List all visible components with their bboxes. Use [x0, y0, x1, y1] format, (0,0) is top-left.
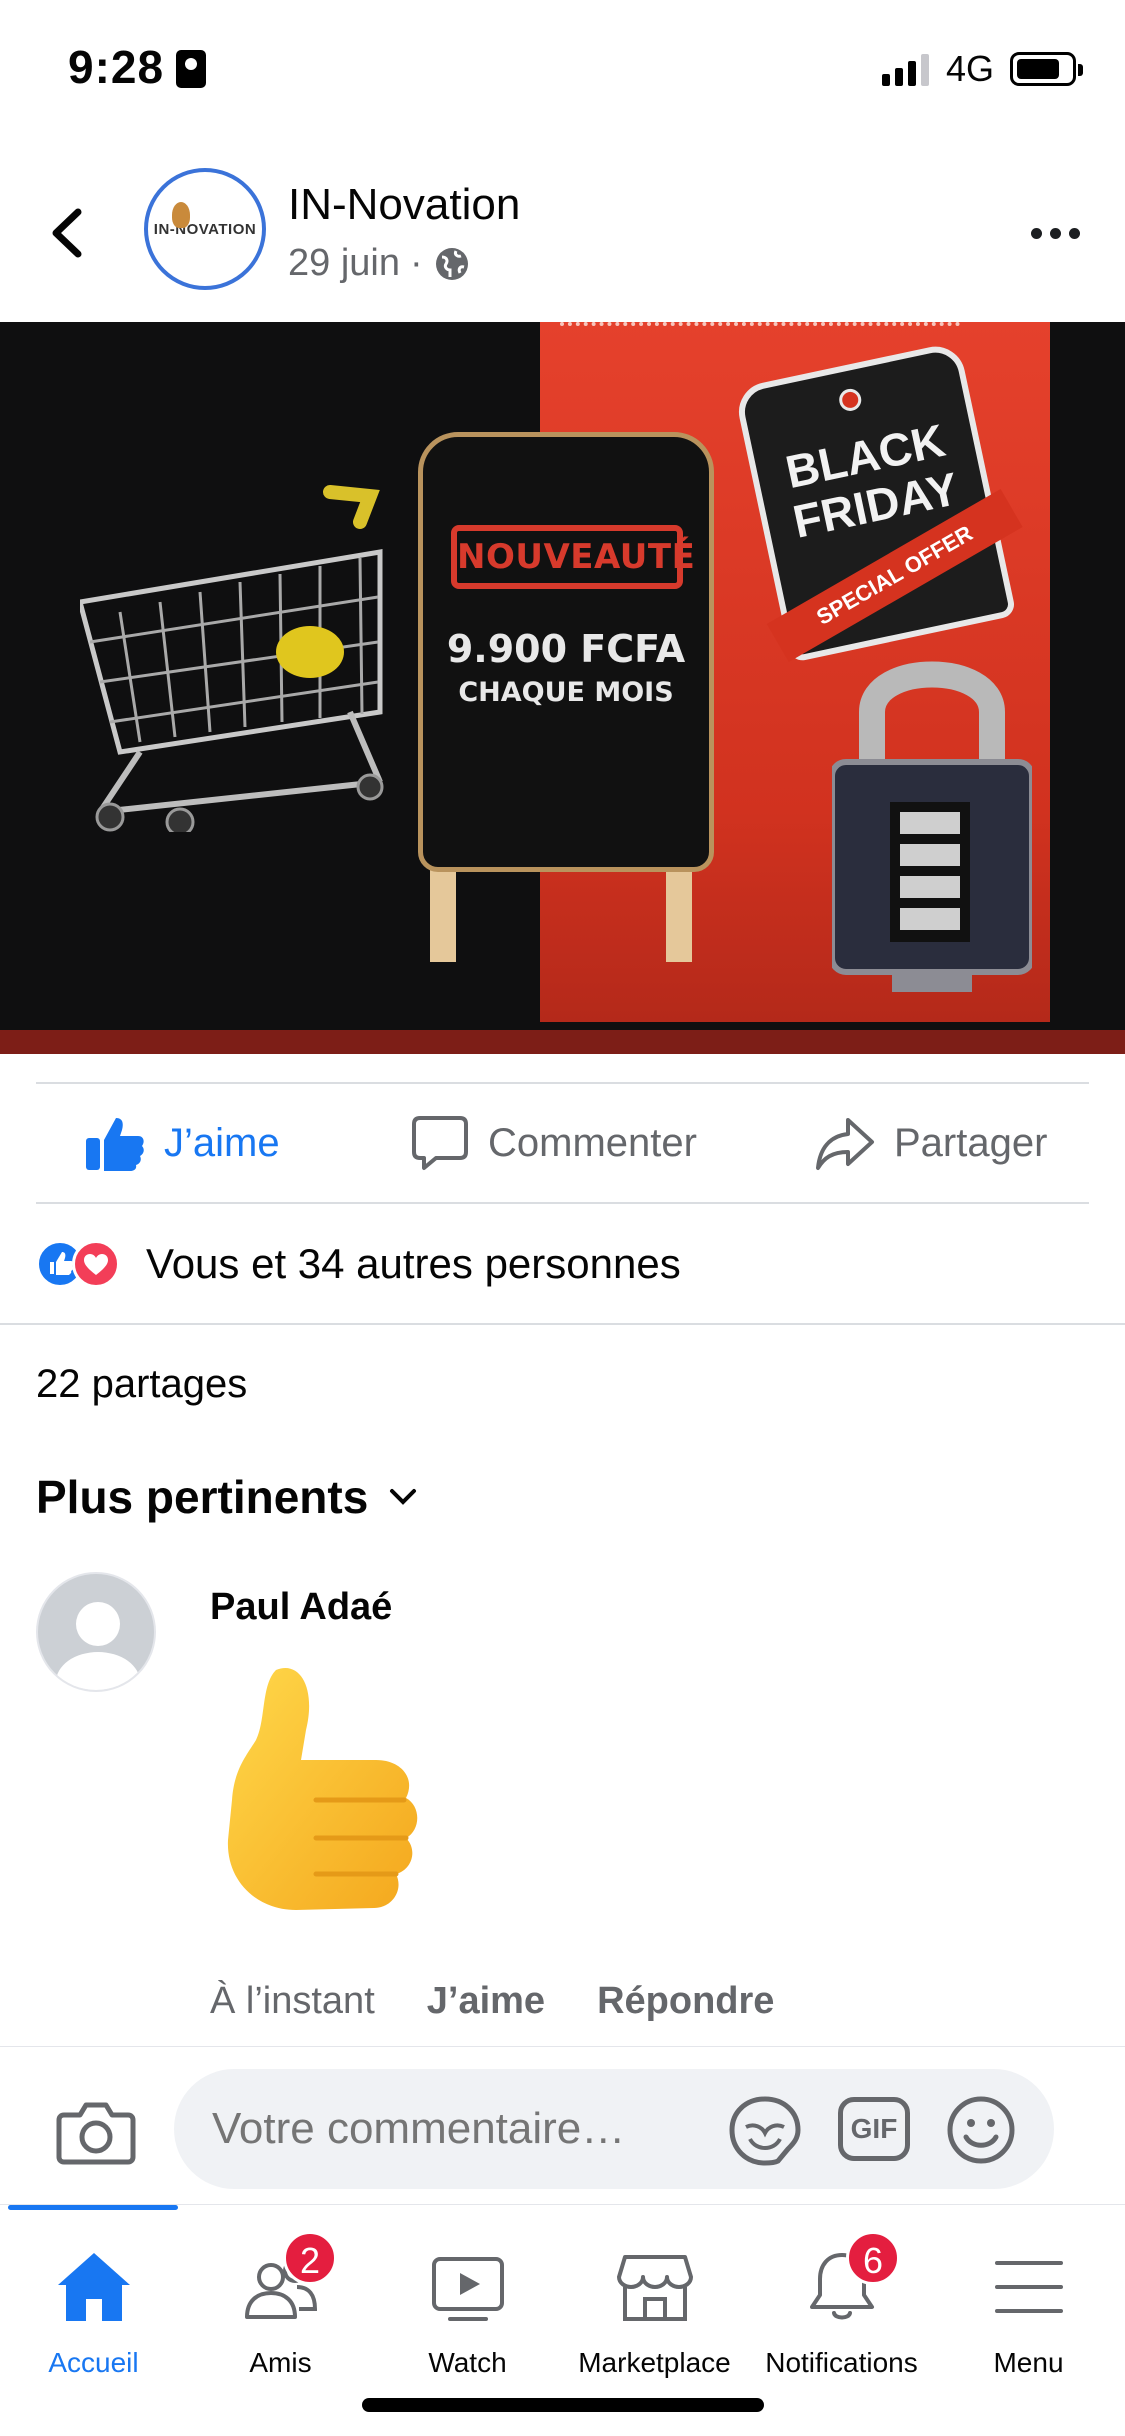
page-name[interactable]: IN-Novation	[288, 180, 520, 230]
page-avatar[interactable]: IN-NOVATION	[144, 168, 266, 290]
post-actions: J’aime Commenter Partager	[0, 1084, 1125, 1204]
nav-item-watch[interactable]: Watch	[374, 2225, 561, 2378]
battery-icon	[1010, 52, 1083, 86]
comment-time: À l’instant	[210, 1980, 375, 2022]
shopping-cart-graphic	[80, 485, 384, 832]
menu-icon	[994, 2261, 1063, 2313]
home-icon	[57, 2253, 130, 2321]
signal-icon	[882, 52, 929, 86]
post-date: 29 juin ·	[288, 242, 471, 285]
period-text: CHAQUE MOIS	[458, 677, 674, 708]
bulb-icon	[172, 202, 190, 228]
padlock-graphic	[832, 661, 1032, 992]
divider	[36, 1202, 1089, 1204]
nav-label: Watch	[428, 2347, 507, 2378]
love-reaction-icon	[72, 1240, 120, 1288]
nav-item-friends[interactable]: 2 Amis	[187, 2225, 374, 2378]
gif-button[interactable]: GIF	[838, 2097, 910, 2161]
comment-reply-link[interactable]: Répondre	[597, 1980, 774, 2023]
share-arrow-icon	[816, 1118, 874, 1170]
thumbs-up-icon	[86, 1118, 144, 1171]
nav-label: Marketplace	[578, 2347, 731, 2378]
friends-badge: 2	[283, 2231, 337, 2285]
share-button[interactable]: Partager	[814, 1114, 1047, 1172]
divider	[0, 1323, 1125, 1325]
sticker-icon[interactable]	[728, 2093, 802, 2167]
comment-composer: GIF	[0, 2046, 1125, 2204]
contact-card-icon	[176, 50, 206, 88]
like-button[interactable]: J’aime	[84, 1114, 280, 1172]
more-options-icon[interactable]	[1025, 218, 1085, 248]
price-text: 9.900 FCFA	[446, 627, 686, 671]
nav-label: Notifications	[765, 2347, 918, 2378]
notifications-badge: 6	[846, 2231, 900, 2285]
date-separator: ·	[409, 242, 423, 284]
watch-icon	[431, 2257, 504, 2321]
chevron-down-icon	[390, 1489, 417, 1505]
comment-author[interactable]: Paul Adaé	[210, 1586, 392, 1629]
comment-label: Commenter	[488, 1120, 697, 1165]
new-badge-text: NOUVEAUTÉ	[451, 525, 695, 589]
nav-label: Menu	[993, 2347, 1064, 2378]
home-indicator[interactable]	[362, 2398, 764, 2412]
nav-item-marketplace[interactable]: Marketplace	[561, 2225, 748, 2378]
nav-label: Amis	[249, 2347, 312, 2378]
nav-item-home[interactable]: Accueil	[0, 2225, 187, 2378]
post-date-text: 29 juin	[288, 242, 400, 284]
nav-item-menu[interactable]: Menu	[935, 2225, 1122, 2378]
active-tab-indicator	[8, 2205, 178, 2210]
comment-button[interactable]: Commenter	[410, 1114, 697, 1172]
sort-label: Plus pertinents	[36, 1471, 369, 1523]
like-label: J’aime	[164, 1120, 280, 1165]
post-header: IN-NOVATION IN-Novation 29 juin ·	[0, 150, 1125, 320]
shares-count[interactable]: 22 partages	[36, 1362, 247, 1407]
chalkboard-sign: NOUVEAUTÉ 9.900 FCFA CHAQUE MOIS	[418, 432, 714, 872]
back-arrow-icon[interactable]	[40, 198, 100, 268]
comment-like-link[interactable]: J’aime	[427, 1980, 545, 2023]
comment-input[interactable]	[174, 2069, 1054, 2189]
comment-bubble-icon	[412, 1116, 468, 1170]
comment-sort-dropdown[interactable]: Plus pertinents	[36, 1470, 418, 1524]
network-type: 4G	[946, 48, 995, 89]
status-bar: 9:28 4G	[0, 0, 1125, 140]
thumbs-up-sticker-icon	[227, 1668, 418, 1910]
post-image[interactable]: NOUVEAUTÉ 9.900 FCFA CHAQUE MOIS BLACK F…	[0, 322, 1125, 1054]
status-time: 9:28	[68, 41, 165, 93]
nav-item-notifications[interactable]: 6 Notifications	[748, 2225, 935, 2378]
globe-icon	[435, 247, 468, 280]
reactions-summary[interactable]: Vous et 34 autres personnes	[36, 1234, 681, 1294]
share-label: Partager	[894, 1120, 1048, 1165]
page-logo-text: IN-NOVATION	[153, 220, 257, 238]
reactions-text: Vous et 34 autres personnes	[146, 1240, 681, 1287]
marketplace-icon	[616, 2255, 693, 2321]
camera-icon[interactable]	[56, 2097, 136, 2167]
avatar[interactable]	[36, 1572, 156, 1692]
nav-label: Accueil	[48, 2347, 139, 2378]
comment-meta: À l’instant J’aime Répondre	[210, 1980, 774, 2023]
emoji-icon[interactable]	[944, 2093, 1018, 2167]
